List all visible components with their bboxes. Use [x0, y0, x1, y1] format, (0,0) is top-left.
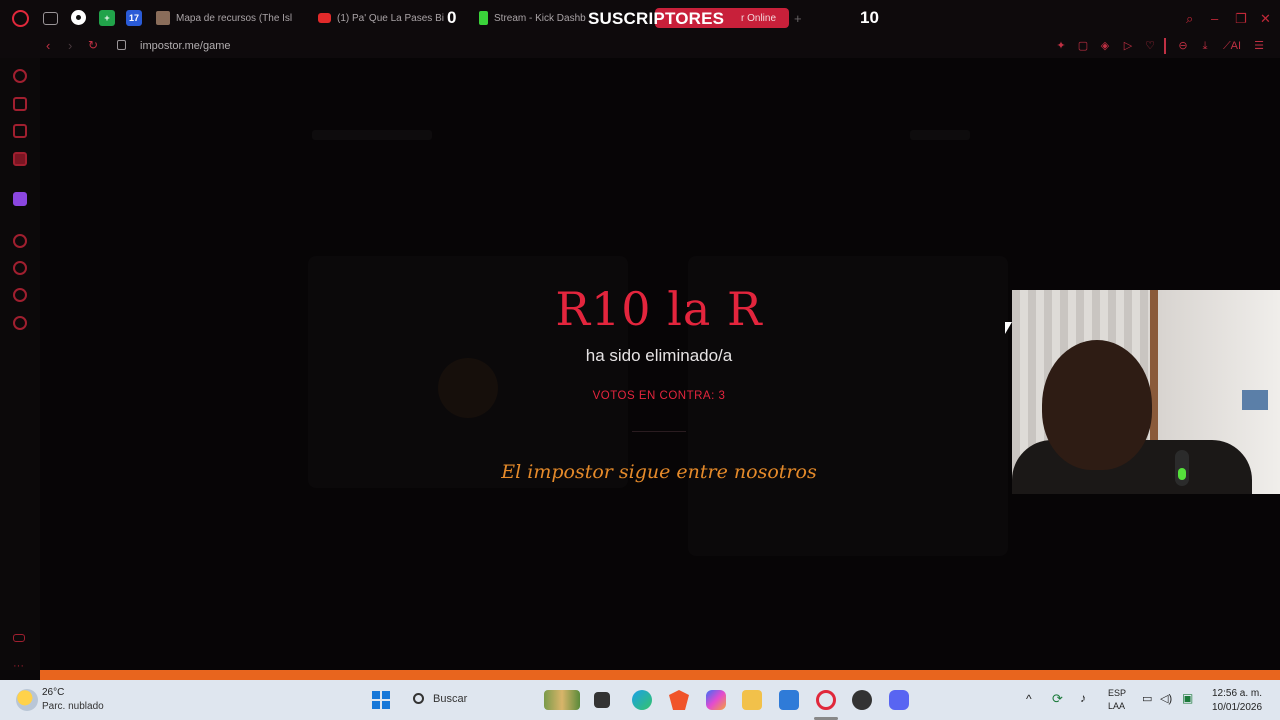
ai-icon[interactable]: ⟋AI — [1220, 39, 1244, 53]
weather-icon[interactable] — [16, 689, 38, 711]
start-icon[interactable] — [372, 691, 390, 709]
sidebar-twitch-icon[interactable] — [13, 192, 27, 206]
faded-header — [312, 130, 432, 140]
webcam-monitor — [1242, 390, 1268, 410]
sidebar-player-icon[interactable] — [13, 124, 27, 138]
pinned-tab-calendar-icon[interactable]: 17 — [126, 10, 142, 26]
game-favicon-icon — [156, 11, 170, 25]
file-explorer-icon[interactable] — [742, 690, 762, 710]
workspace-icon[interactable] — [43, 12, 58, 25]
weather-temperature[interactable]: 26°C — [42, 687, 64, 698]
sidebar-more-icon[interactable]: ··· — [13, 660, 24, 672]
sidebar-history-icon[interactable] — [13, 261, 27, 275]
youtube-icon — [318, 13, 331, 23]
store-icon[interactable] — [779, 690, 799, 710]
faded-avatar — [438, 358, 498, 418]
weather-description[interactable]: Parc. nublado — [42, 701, 104, 712]
sidebar-player-circle-icon[interactable] — [13, 234, 27, 248]
windows-taskbar: 26°C Parc. nublado Buscar ^ ⟳ ♪ ESP LAA … — [0, 680, 1280, 720]
opera-logo-icon[interactable] — [12, 10, 29, 27]
webcam-overlay — [1012, 290, 1280, 494]
microphone-icon[interactable]: ♪ — [1080, 691, 1086, 705]
new-tab-button[interactable]: + — [794, 8, 802, 28]
lock-icon — [117, 40, 126, 50]
back-icon[interactable]: ‹ — [46, 38, 50, 53]
tray-chevron-icon[interactable]: ^ — [1026, 692, 1032, 706]
close-icon[interactable]: ✕ — [1260, 11, 1271, 27]
volume-icon[interactable]: ◁) — [1160, 692, 1172, 705]
kick-icon — [479, 11, 488, 25]
minimize-icon[interactable]: – — [1211, 11, 1218, 26]
forward-icon[interactable]: › — [68, 38, 72, 53]
sidebar-crypto-icon[interactable] — [13, 97, 27, 111]
tab-kick-dashboard[interactable]: Stream - Kick Dashb — [479, 8, 587, 28]
webcam-microphone-led — [1178, 468, 1186, 480]
tab-search-icon[interactable]: ⌕ — [1186, 11, 1193, 27]
language-layout[interactable]: LAA — [1108, 701, 1125, 711]
battery-icon[interactable]: ▣ — [1182, 691, 1193, 705]
task-view-icon[interactable] — [594, 692, 610, 708]
pinned-tab-sheets-icon[interactable]: + — [99, 10, 115, 26]
faded-header-right — [910, 130, 970, 140]
pin-icon[interactable]: ✦ — [1054, 39, 1068, 53]
heart-icon[interactable]: ♡ — [1143, 39, 1157, 53]
snapshot-icon[interactable]: ▢ — [1076, 39, 1090, 53]
opera-gx-icon[interactable] — [816, 690, 836, 710]
url-field[interactable]: impostor.me/game — [140, 40, 230, 52]
menu-icon[interactable]: ☰ — [1252, 39, 1266, 53]
obs-icon[interactable] — [852, 690, 872, 710]
shield-icon[interactable]: ◈ — [1098, 39, 1112, 53]
download-icon[interactable]: ⤓ — [1198, 39, 1212, 53]
restore-icon[interactable]: ❐ — [1235, 11, 1247, 27]
search-icon[interactable] — [413, 693, 424, 704]
language-code[interactable]: ESP — [1108, 688, 1126, 698]
webcam-person-head — [1042, 340, 1152, 470]
brave-icon[interactable] — [669, 690, 689, 710]
pinned-tab-circle-icon[interactable] — [71, 10, 86, 25]
network-icon[interactable]: ▭ — [1142, 692, 1152, 705]
sidebar-aria-icon[interactable] — [13, 69, 27, 83]
reload-icon[interactable]: ↻ — [88, 38, 98, 52]
sidebar-messenger-icon[interactable] — [13, 152, 27, 166]
sync-icon[interactable]: ⟳ — [1052, 691, 1063, 707]
tab-bar: + 17 Mapa de recursos (The Isl (1) Pa' Q… — [0, 0, 1280, 36]
sidebar-gx-icon[interactable] — [13, 634, 25, 642]
address-bar: ‹ › ↻ impostor.me/game ✦ ▢ ◈ ▷ ♡ ⊖ ⤓ ⟋AI… — [0, 36, 1280, 58]
toolbar-divider — [1164, 38, 1166, 54]
result-divider — [632, 431, 686, 432]
tab-youtube-video[interactable]: (1) Pa' Que La Pases Bi — [318, 8, 448, 28]
taskbar-widget-icon[interactable] — [544, 690, 580, 710]
account-icon[interactable]: ⊖ — [1176, 39, 1190, 53]
play-icon[interactable]: ▷ — [1121, 39, 1135, 53]
subscribers-overlay-label: SUSCRIPTORES — [588, 9, 725, 28]
taskbar-search[interactable]: Buscar — [433, 693, 467, 705]
clock-time[interactable]: 12:56 a. m. — [1212, 688, 1262, 699]
stream-progress-bar — [40, 670, 1280, 680]
discord-icon[interactable] — [889, 690, 909, 710]
clock-date[interactable]: 10/01/2026 — [1212, 702, 1262, 713]
tab-resource-map[interactable]: Mapa de recursos (The Isl — [156, 8, 298, 28]
subscriber-count-left: 0 — [447, 8, 457, 27]
mouse-cursor-icon — [1005, 322, 1012, 334]
subscriber-count-right: 10 — [860, 8, 879, 27]
edge-icon[interactable] — [632, 690, 652, 710]
copilot-icon[interactable] — [706, 690, 726, 710]
